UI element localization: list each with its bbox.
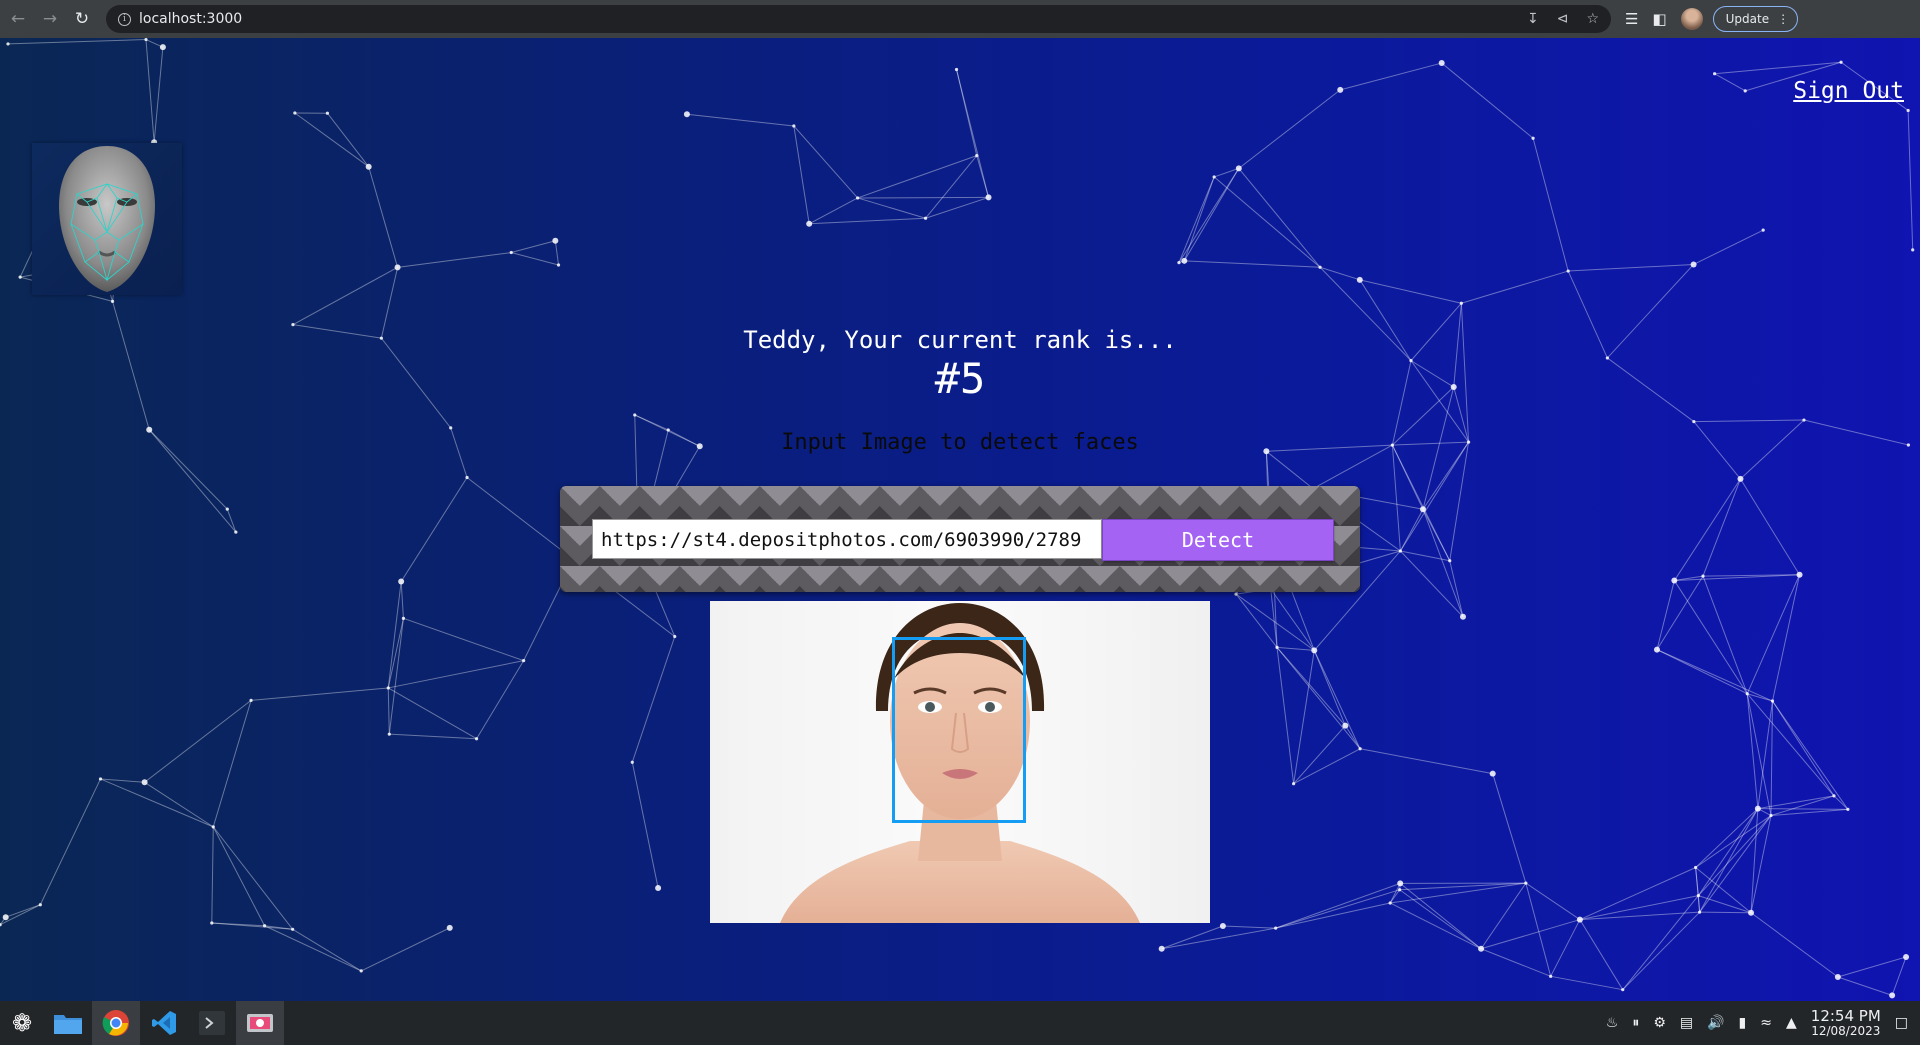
side-panel-icon[interactable]: ◧	[1652, 10, 1666, 28]
install-icon[interactable]: ↧	[1527, 11, 1539, 27]
clipboard-icon[interactable]: ▤	[1680, 1015, 1693, 1031]
app-viewport: Sign Out Teddy, Your current rank is... …	[0, 38, 1920, 1001]
clock-time: 12:54 PM	[1810, 1006, 1881, 1025]
info-icon[interactable]: i	[118, 12, 131, 26]
tray-expand-icon[interactable]: ▲	[1786, 1015, 1797, 1031]
face-bounding-box	[892, 637, 1026, 823]
screenshot-app-icon[interactable]	[236, 1001, 284, 1045]
show-desktop-icon[interactable]: □	[1895, 1015, 1908, 1031]
detect-prompt: Input Image to detect faces	[781, 430, 1139, 455]
clock[interactable]: 12:54 PM 12/08/2023	[1810, 1006, 1881, 1038]
address-bar[interactable]: i localhost:3000 ↧ ⊲ ☆	[106, 5, 1611, 33]
reading-list-icon[interactable]: ☰	[1625, 10, 1638, 28]
kebab-menu-icon: ⋮	[1777, 12, 1790, 26]
vscode-icon[interactable]	[140, 1001, 188, 1045]
update-label: Update	[1725, 12, 1770, 26]
result-image	[710, 601, 1210, 923]
rank-message: Teddy, Your current rank is...	[743, 326, 1177, 354]
avatar[interactable]	[1680, 8, 1703, 30]
system-tray: ♨ ⏸ ⚙ ▤ 🔊 ▮ ≈ ▲ 12:54 PM 12/08/2023 □	[1606, 1006, 1920, 1038]
file-manager-icon[interactable]	[44, 1001, 92, 1045]
forward-arrow-icon[interactable]: →	[36, 5, 64, 33]
browser-toolbar: ← → ↻ i localhost:3000 ↧ ⊲ ☆ ☰ ◧ Update …	[0, 0, 1920, 38]
rank-value: #5	[934, 354, 986, 403]
image-url-input[interactable]: https://st4.depositphotos.com/6903990/27…	[592, 519, 1102, 559]
detect-button[interactable]: Detect	[1102, 519, 1334, 561]
battery-icon[interactable]: ▮	[1739, 1015, 1747, 1031]
share-icon[interactable]: ⊲	[1557, 11, 1569, 27]
face-logo[interactable]	[32, 143, 182, 295]
media-pause-icon[interactable]: ⏸	[1632, 1015, 1639, 1031]
sign-out-link[interactable]: Sign Out	[1793, 78, 1904, 104]
address-bar-url: localhost:3000	[139, 11, 243, 27]
wifi-icon[interactable]: ≈	[1760, 1015, 1772, 1031]
taskbar: ❁ ♨ ⏸ ⚙ ▤ 🔊 ▮ ≈ ▲ 12:54 PM 12/08/2023 □	[0, 1001, 1920, 1045]
notification-icon[interactable]: ♨	[1606, 1015, 1619, 1031]
face-mesh-icon	[59, 146, 155, 292]
chrome-icon[interactable]	[92, 1001, 140, 1045]
app-launcher-icon[interactable]: ❁	[0, 1001, 44, 1045]
terminal-icon[interactable]	[188, 1001, 236, 1045]
update-button[interactable]: Update ⋮	[1712, 6, 1799, 32]
update-icon[interactable]: ⚙	[1653, 1015, 1666, 1031]
reload-icon[interactable]: ↻	[68, 5, 96, 33]
back-arrow-icon[interactable]: ←	[4, 5, 32, 33]
clock-date: 12/08/2023	[1811, 1023, 1881, 1038]
star-icon[interactable]: ☆	[1586, 11, 1599, 27]
image-url-form: https://st4.depositphotos.com/6903990/27…	[560, 486, 1360, 592]
volume-icon[interactable]: 🔊	[1707, 1015, 1724, 1031]
